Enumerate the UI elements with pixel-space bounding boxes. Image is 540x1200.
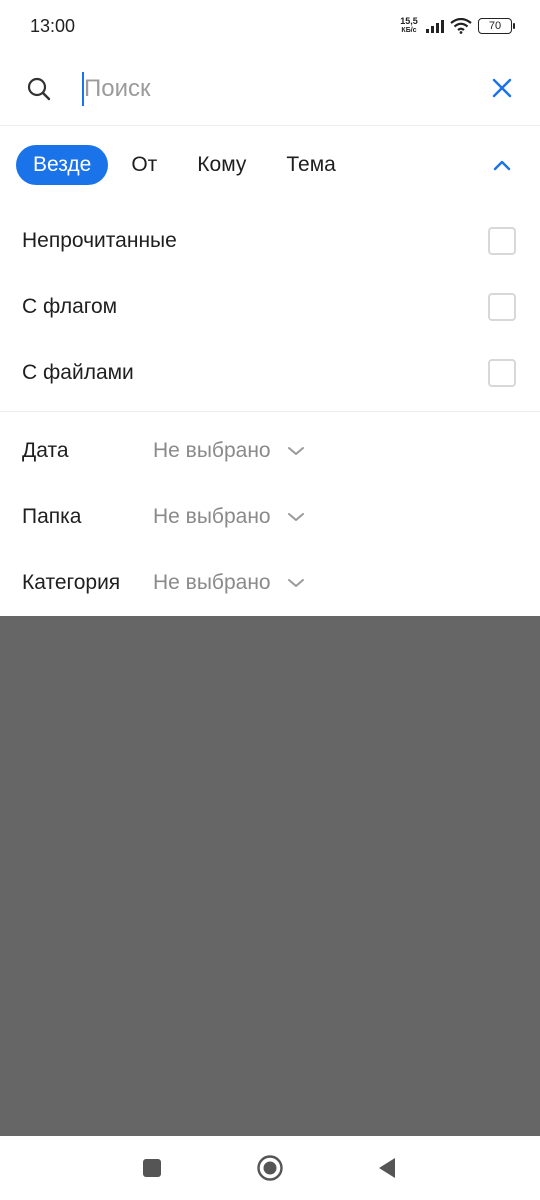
close-icon[interactable] xyxy=(488,74,516,102)
navigation-bar xyxy=(0,1136,540,1200)
chevron-up-icon[interactable] xyxy=(488,151,516,179)
scrim-overlay[interactable] xyxy=(0,616,540,1136)
filter-category: Категория Не выбрано xyxy=(0,550,540,616)
status-time: 13:00 xyxy=(30,15,76,36)
status-bar: 13:00 15,5 КБ/с 70 xyxy=(0,0,540,52)
filter-date-select[interactable]: Не выбрано xyxy=(153,439,307,463)
select-filters: Дата Не выбрано Папка Не выбрано Категор… xyxy=(0,418,540,616)
chevron-down-icon xyxy=(287,513,304,521)
wifi-icon xyxy=(450,18,472,34)
divider xyxy=(0,411,540,412)
tab-subject[interactable]: Тема xyxy=(269,145,352,185)
filter-with-files-checkbox[interactable] xyxy=(488,359,516,387)
filter-with-files-label: С файлами xyxy=(22,361,134,384)
filter-folder-value: Не выбрано xyxy=(153,505,271,528)
filter-date: Дата Не выбрано xyxy=(0,418,540,484)
filter-with-files[interactable]: С файлами xyxy=(0,340,540,406)
filter-category-select[interactable]: Не выбрано xyxy=(153,571,307,595)
tab-to[interactable]: Кому xyxy=(180,145,263,185)
tab-from[interactable]: От xyxy=(114,145,174,185)
chevron-down-icon xyxy=(287,579,304,587)
square-icon[interactable] xyxy=(138,1154,166,1182)
filter-category-value: Не выбрано xyxy=(153,571,271,594)
search-input[interactable] xyxy=(82,72,462,106)
battery-level: 70 xyxy=(488,20,502,32)
tab-everywhere[interactable]: Везде xyxy=(16,145,109,185)
filter-folder-select[interactable]: Не выбрано xyxy=(153,505,307,529)
filter-folder: Папка Не выбрано xyxy=(0,484,540,550)
battery-icon: 70 xyxy=(478,18,515,34)
network-speed: 15,5 КБ/с xyxy=(398,17,420,35)
status-icons: 15,5 КБ/с 70 xyxy=(398,17,515,35)
filter-flagged[interactable]: С флагом xyxy=(0,274,540,340)
signal-icon xyxy=(426,19,444,33)
search-bar xyxy=(0,58,540,126)
filter-date-label: Дата xyxy=(22,439,69,462)
triangle-back-icon[interactable] xyxy=(374,1154,402,1182)
filter-unread-label: Непрочитанные xyxy=(22,229,177,252)
filter-flagged-checkbox[interactable] xyxy=(488,293,516,321)
search-icon xyxy=(27,77,51,101)
circle-icon[interactable] xyxy=(256,1154,284,1182)
filter-flagged-label: С флагом xyxy=(22,295,118,318)
filter-unread[interactable]: Непрочитанные xyxy=(0,208,540,274)
chevron-down-icon xyxy=(287,447,304,455)
filter-unread-checkbox[interactable] xyxy=(488,227,516,255)
filter-date-value: Не выбрано xyxy=(153,439,271,462)
checkbox-filters: Непрочитанные С флагом С файлами xyxy=(0,208,540,406)
filter-category-label: Категория xyxy=(22,571,121,594)
network-speed-value: 15,5 xyxy=(400,16,418,26)
search-scope-tabs: Везде От Кому Тема xyxy=(16,145,359,185)
filter-folder-label: Папка xyxy=(22,505,82,528)
network-speed-unit: КБ/с xyxy=(401,27,417,34)
